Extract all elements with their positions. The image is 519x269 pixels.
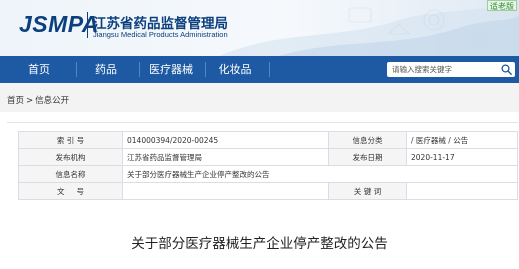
nav-divider [205,62,206,77]
breadcrumb-current[interactable]: 信息公开 [35,96,69,106]
elderly-mode-link[interactable]: 适老版 [487,0,517,11]
site-header: JSMPA 江苏省药品监督管理局 Jiangsu Medical Product… [0,0,519,56]
publisher-label: 发布机构 [18,148,123,166]
breadcrumb-separator: > [26,96,34,106]
search-box [387,62,515,77]
category-label: 信息分类 [328,131,407,149]
org-name-cn: 江苏省药品监督管理局 [93,16,228,32]
table-row: 发布机构 江苏省药品监督管理局 发布日期 2020-11-17 [18,148,518,166]
keywords-value [406,182,518,200]
category-value: / 医疗器械 / 公告 [406,131,518,149]
nav-divider [139,62,140,77]
nav-divider [269,62,270,77]
publish-date-value: 2020-11-17 [406,148,518,166]
table-row: 信息名称 关于部分医疗器械生产企业停产整改的公告 [18,165,518,183]
table-row: 索 引 号 014000394/2020-00245 信息分类 / 医疗器械 /… [18,131,518,149]
info-name-value: 关于部分医疗器械生产企业停产整改的公告 [122,165,518,183]
info-name-label: 信息名称 [18,165,123,183]
keywords-label: 关 键 词 [328,182,407,200]
search-input[interactable] [387,62,499,77]
breadcrumb: 首页 > 信息公开 [7,94,69,106]
nav-item-cosmetics[interactable]: 化妆品 [207,56,263,83]
breadcrumb-bar [0,83,519,112]
nav-item-home[interactable]: 首页 [12,56,66,83]
org-name-en: Jiangsu Medical Products Administration [93,30,228,39]
nav-item-drugs[interactable]: 药品 [78,56,134,83]
nav-divider [76,62,77,77]
publish-date-label: 发布日期 [328,148,407,166]
table-row: 文 号 关 键 词 [18,182,518,200]
breadcrumb-home[interactable]: 首页 [7,96,24,106]
header-decoration [219,0,519,56]
search-icon[interactable] [500,63,513,76]
doc-number-value [122,182,329,200]
index-number-value: 014000394/2020-00245 [122,131,329,149]
index-number-label: 索 引 号 [18,131,123,149]
info-table: 索 引 号 014000394/2020-00245 信息分类 / 医疗器械 /… [18,131,518,200]
nav-item-medical-devices[interactable]: 医疗器械 [141,56,201,83]
publisher-value: 江苏省药品监督管理局 [122,148,329,166]
logo-divider [87,12,88,38]
article-title: 关于部分医疗器械生产企业停产整改的公告 [131,236,388,252]
doc-number-label: 文 号 [18,182,123,200]
